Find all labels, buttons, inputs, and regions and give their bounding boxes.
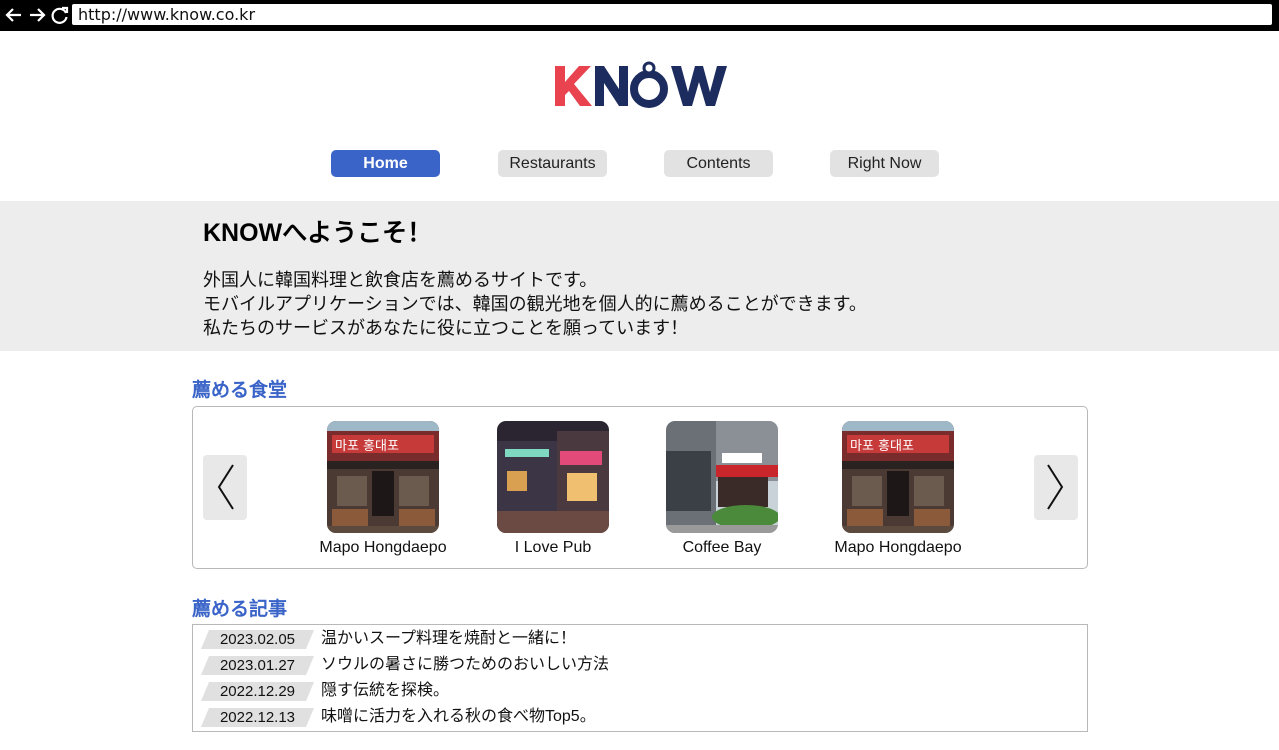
svg-text:마포 홍대포: 마포 홍대포 <box>335 439 399 454</box>
list-item[interactable]: 2022.12.29 隠す伝統を探検。 <box>201 679 1071 701</box>
restaurant-card[interactable]: 마포 홍대포 Mapo Hongdaepo <box>828 421 968 557</box>
article-title-link[interactable]: 隠す伝統を探検。 <box>321 681 449 701</box>
list-item[interactable]: 2023.01.27 ソウルの暑さに勝つためのおいしい方法 <box>201 653 1071 675</box>
reload-icon[interactable] <box>50 4 70 26</box>
article-date: 2022.12.13 <box>201 708 314 727</box>
mapo-storefront-image[interactable]: 마포 홍대포 <box>327 421 439 533</box>
restaurant-card[interactable]: I Love Pub <box>483 421 623 557</box>
carousel-prev-button[interactable] <box>203 455 247 520</box>
restaurant-name[interactable]: Coffee Bay <box>652 539 792 557</box>
site-logo[interactable] <box>553 60 733 112</box>
list-item[interactable]: 2022.12.13 味噌に活力を入れる秋の食べ物Top5。 <box>201 705 1071 727</box>
restaurants-section-title: 薦める食堂 <box>192 380 288 401</box>
carousel-next-button[interactable] <box>1034 455 1078 520</box>
restaurant-name[interactable]: I Love Pub <box>483 539 623 557</box>
chevron-right-icon <box>1047 464 1064 510</box>
articles-section-title: 薦める記事 <box>192 599 288 620</box>
article-title-link[interactable]: ソウルの暑さに勝つためのおいしい方法 <box>321 655 609 675</box>
welcome-text-line: モバイルアプリケーションでは、韓国の観光地を個人的に薦めることができます。 <box>203 294 867 314</box>
address-bar[interactable]: http://www.know.co.kr <box>72 4 1272 25</box>
article-title-link[interactable]: 味噌に活力を入れる秋の食べ物Top5。 <box>321 707 596 727</box>
chevron-left-icon <box>217 464 234 510</box>
welcome-title: KNOWへようこそ！ <box>203 219 433 247</box>
article-date: 2023.01.27 <box>201 656 314 675</box>
tab-home[interactable]: Home <box>331 150 440 177</box>
know-logo-icon <box>555 61 727 108</box>
restaurant-name[interactable]: Mapo Hongdaepo <box>313 539 453 557</box>
welcome-banner: KNOWへようこそ！ 外国人に韓国料理と飲食店を薦めるサイトです。 モバイルアプ… <box>0 201 1279 351</box>
browser-toolbar: http://www.know.co.kr <box>0 0 1279 31</box>
restaurant-card[interactable]: 마포 홍대포 Mapo Hongdaepo <box>313 421 453 557</box>
article-date: 2022.12.29 <box>201 682 314 701</box>
list-item[interactable]: 2023.02.05 温かいスープ料理を焼酎と一緒に！ <box>201 627 1071 649</box>
article-title-link[interactable]: 温かいスープ料理を焼酎と一緒に！ <box>321 629 576 649</box>
tab-contents[interactable]: Contents <box>664 150 773 177</box>
tab-restaurants[interactable]: Restaurants <box>498 150 607 177</box>
pub-night-image[interactable] <box>497 421 609 533</box>
welcome-text-line: 私たちのサービスがあなたに役に立つことを願っています！ <box>203 318 689 338</box>
back-arrow-icon[interactable] <box>4 4 24 26</box>
tab-right-now[interactable]: Right Now <box>830 150 939 177</box>
restaurant-card[interactable]: Coffee Bay <box>652 421 792 557</box>
restaurant-carousel: 마포 홍대포 Mapo Hongdaepo I Love Pub Coffee … <box>192 406 1088 569</box>
welcome-text-line: 外国人に韓国料理と飲食店を薦めるサイトです。 <box>203 270 598 290</box>
svg-text:마포 홍대포: 마포 홍대포 <box>850 439 914 454</box>
article-date: 2023.02.05 <box>201 630 314 649</box>
mapo-storefront-image[interactable]: 마포 홍대포 <box>842 421 954 533</box>
restaurant-name[interactable]: Mapo Hongdaepo <box>828 539 968 557</box>
coffee-shop-image[interactable] <box>666 421 778 533</box>
forward-arrow-icon[interactable] <box>27 4 47 26</box>
article-list: 2023.02.05 温かいスープ料理を焼酎と一緒に！ 2023.01.27 ソ… <box>192 624 1088 732</box>
